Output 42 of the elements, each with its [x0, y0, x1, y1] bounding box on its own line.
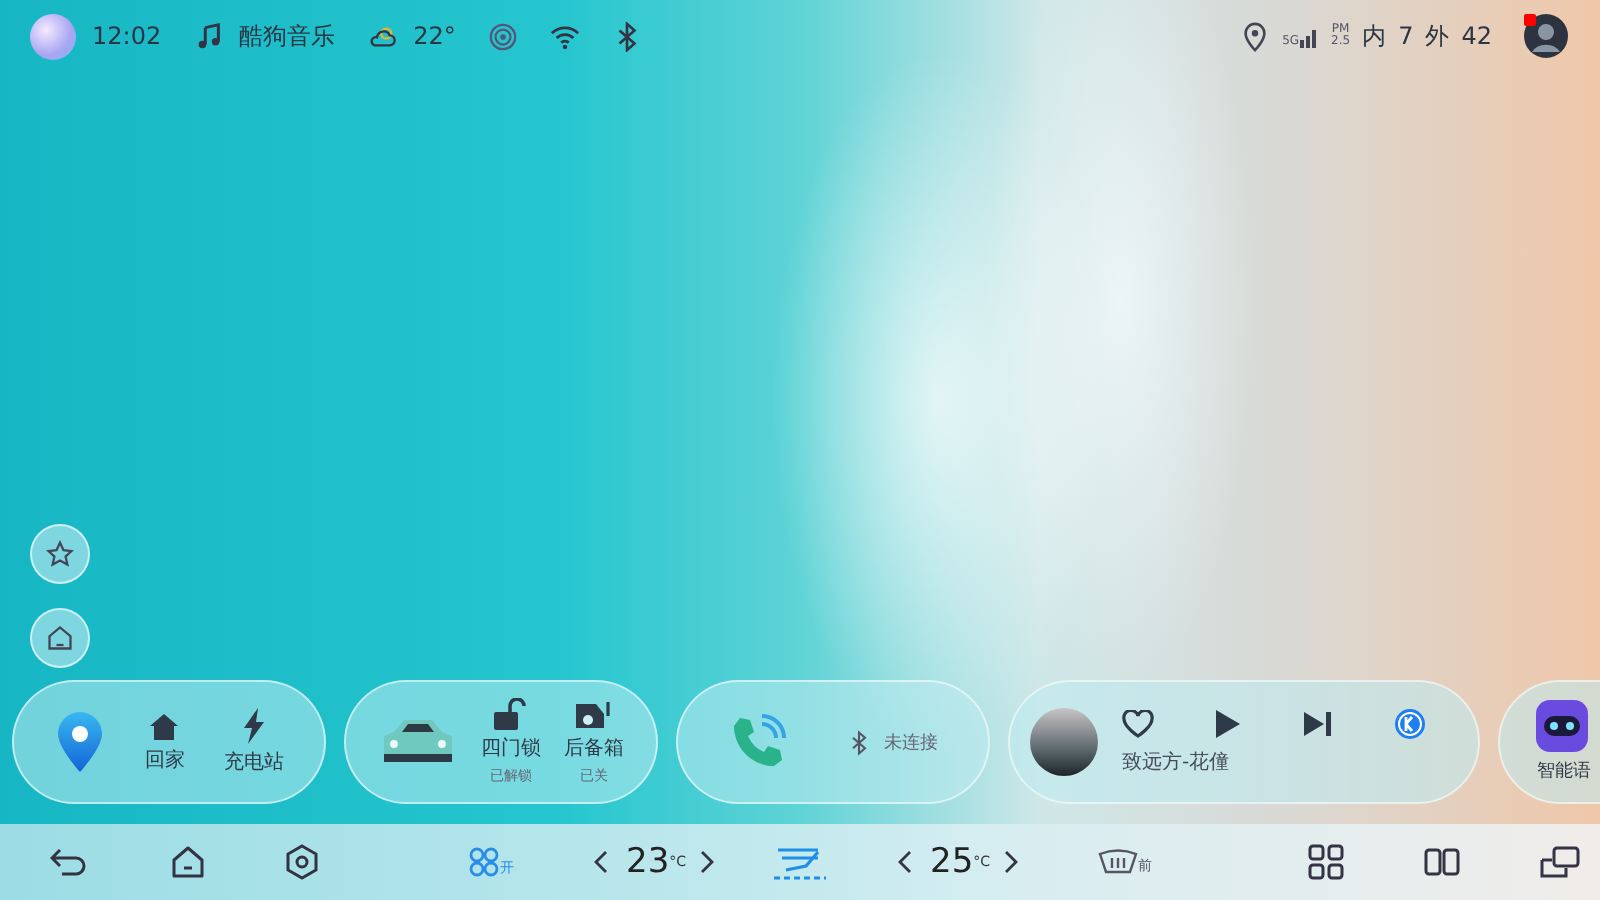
- bluetooth-status: 未连接: [883, 731, 938, 755]
- favorite-star-button[interactable]: [30, 524, 90, 584]
- seat-heating-button[interactable]: [770, 842, 831, 882]
- weather-temperature: 22°: [413, 22, 456, 50]
- map-pin-icon[interactable]: [53, 710, 106, 774]
- driver-temperature: 23: [626, 842, 670, 882]
- music-app-logo-icon[interactable]: [1394, 708, 1426, 740]
- unlocked-padlock-icon: [492, 698, 529, 730]
- house-icon: [148, 710, 181, 742]
- avatar-icon[interactable]: [1524, 14, 1568, 58]
- outside-pm-value: 42: [1461, 22, 1492, 50]
- app-grid-button[interactable]: [1308, 844, 1345, 880]
- like-button[interactable]: [1122, 710, 1154, 738]
- bluetooth-icon: [849, 729, 868, 755]
- song-title: 致远方-花僮: [1122, 749, 1232, 776]
- music-note-icon: [193, 21, 224, 51]
- hotspot-icon[interactable]: [487, 21, 518, 51]
- back-button[interactable]: [50, 848, 90, 876]
- inside-label: 内: [1362, 19, 1387, 53]
- music-app-label[interactable]: 酷狗音乐: [239, 19, 336, 53]
- play-button[interactable]: [1214, 708, 1242, 740]
- charging-station-button[interactable]: 充电站: [224, 708, 285, 776]
- outside-label: 外: [1425, 19, 1450, 53]
- home-screen-button[interactable]: [30, 608, 90, 668]
- star-icon: [46, 540, 74, 568]
- multi-window-button[interactable]: [1540, 846, 1581, 878]
- hexagon-app-button[interactable]: [286, 844, 318, 880]
- voice-assistant-label: 智能语: [1537, 759, 1591, 784]
- inside-pm-value: 7: [1398, 22, 1414, 50]
- next-track-button[interactable]: [1302, 710, 1334, 738]
- car-trunk-icon: [574, 698, 615, 730]
- home-icon: [46, 624, 74, 652]
- passenger-temperature: 25: [930, 842, 974, 882]
- location-pin-icon: [1240, 21, 1271, 51]
- go-home-button[interactable]: 回家: [144, 710, 185, 774]
- clock-time: 12:02: [92, 22, 162, 50]
- signal-bars-icon: [1299, 25, 1320, 47]
- robot-icon[interactable]: [1536, 700, 1588, 752]
- wifi-icon[interactable]: [549, 21, 580, 51]
- home-button[interactable]: [170, 846, 206, 878]
- split-screen-button[interactable]: [1424, 848, 1461, 876]
- lightning-bolt-icon: [242, 708, 267, 744]
